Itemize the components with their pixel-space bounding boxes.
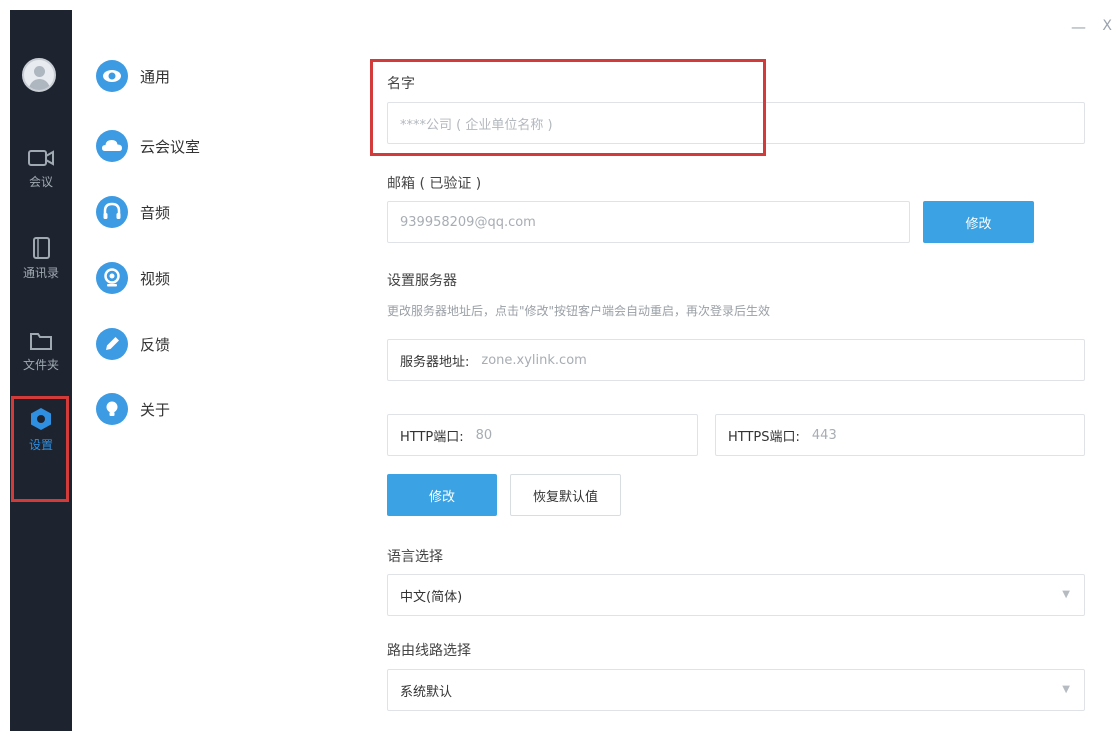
email-label: 邮箱 ( 已验证 ) — [387, 176, 482, 192]
email-value: 939958209@qq.com — [400, 214, 536, 230]
server-modify-button[interactable]: 修改 — [387, 474, 497, 516]
nav-item-meeting[interactable]: 会议 — [10, 147, 72, 190]
https-port-value: 443 — [811, 427, 837, 443]
avatar-head-shape — [34, 66, 45, 77]
http-port-value: 80 — [475, 427, 493, 443]
minimize-button[interactable]: — — [1071, 18, 1086, 36]
server-section-label: 设置服务器 — [387, 273, 457, 289]
category-audio[interactable]: 音频 — [96, 196, 170, 228]
category-video[interactable]: 视频 — [96, 262, 170, 294]
name-highlight-box — [370, 59, 766, 156]
eye-icon — [96, 60, 128, 92]
webcam-icon — [96, 262, 128, 294]
route-label: 路由线路选择 — [387, 643, 471, 659]
category-cloud-meeting-room[interactable]: 云会议室 — [96, 130, 200, 162]
nav-item-folder[interactable]: 文件夹 — [10, 330, 72, 373]
route-selected-value: 系统默认 — [400, 684, 453, 700]
headphones-icon — [96, 196, 128, 228]
category-label: 音频 — [140, 203, 171, 222]
route-select[interactable]: 系统默认 ▼ — [387, 669, 1085, 711]
server-hint: 更改服务器地址后，点击"修改"按钮客户端会自动重启，再次登录后生效 — [387, 304, 771, 318]
nav-item-label: 通讯录 — [22, 266, 59, 280]
server-address-field[interactable]: 服务器地址: zone.xylink.com — [387, 339, 1085, 381]
avatar-body-shape — [29, 79, 50, 90]
email-field[interactable]: 939958209@qq.com — [387, 201, 910, 243]
nav-item-label: 文件夹 — [22, 358, 59, 372]
email-modify-button[interactable]: 修改 — [923, 201, 1034, 243]
settings-highlight-box — [11, 396, 69, 502]
language-selected-value: 中文(简体) — [400, 589, 463, 605]
language-label: 语言选择 — [387, 549, 443, 565]
reset-default-button[interactable]: 恢复默认值 — [510, 474, 621, 516]
chevron-down-icon: ▼ — [1062, 684, 1070, 695]
https-port-field[interactable]: HTTPS端口: 443 — [715, 414, 1085, 456]
folder-icon — [30, 333, 52, 350]
category-label: 反馈 — [140, 335, 171, 354]
category-about[interactable]: 关于 — [96, 393, 170, 425]
category-label: 视频 — [140, 269, 171, 288]
language-select[interactable]: 中文(简体) ▼ — [387, 574, 1085, 616]
nav-item-label: 会议 — [28, 175, 53, 189]
category-general[interactable]: 通用 — [96, 60, 170, 92]
category-label: 通用 — [140, 67, 171, 86]
pencil-icon — [96, 328, 128, 360]
category-label: 云会议室 — [140, 137, 201, 156]
left-nav-bar: 会议 通讯录 文件夹 设置 — [10, 10, 72, 731]
cloud-icon — [96, 130, 128, 162]
http-port-label: HTTP端口: — [400, 429, 464, 445]
chevron-down-icon: ▼ — [1062, 589, 1070, 600]
https-port-label: HTTPS端口: — [728, 429, 800, 445]
server-address-label: 服务器地址: — [400, 354, 470, 370]
lightbulb-icon — [96, 393, 128, 425]
http-port-field[interactable]: HTTP端口: 80 — [387, 414, 698, 456]
server-address-value: zone.xylink.com — [481, 352, 587, 368]
contacts-book-icon — [33, 237, 50, 259]
category-feedback[interactable]: 反馈 — [96, 328, 170, 360]
nav-item-contacts[interactable]: 通讯录 — [10, 236, 72, 281]
category-label: 关于 — [140, 400, 171, 419]
video-camera-icon — [28, 150, 54, 166]
avatar[interactable] — [22, 58, 56, 92]
close-button[interactable]: X — [1102, 18, 1112, 34]
